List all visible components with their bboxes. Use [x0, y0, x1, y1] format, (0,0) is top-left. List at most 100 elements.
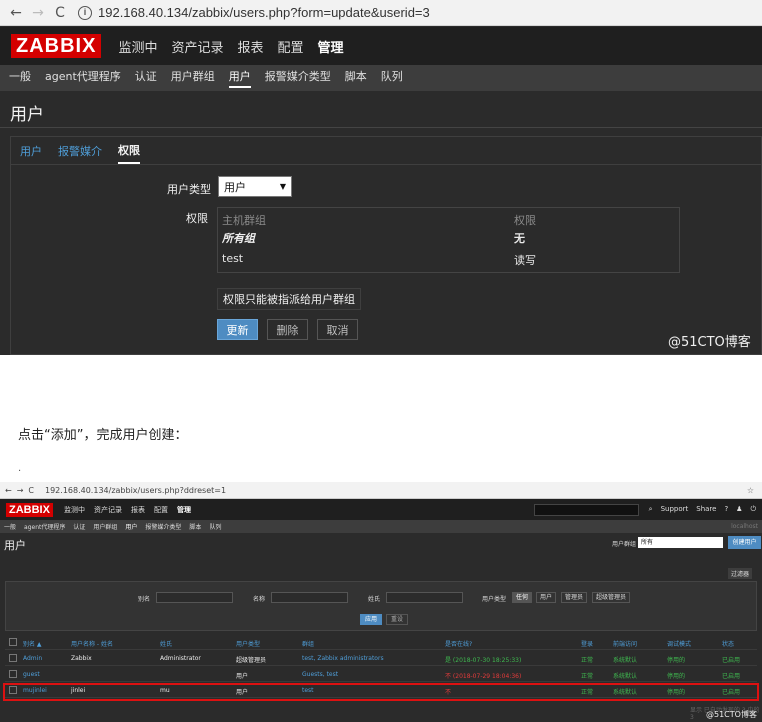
user-group-select[interactable]: 所有 — [638, 537, 723, 548]
submenu-authentication[interactable]: 认证 — [73, 522, 85, 531]
url-text[interactable]: 192.168.40.134/zabbix/users.php?ddreset=… — [45, 486, 226, 495]
menu-administration[interactable]: 管理 — [177, 505, 191, 515]
zabbix-top-bar: ZABBIX 监测中 资产记录 报表 配置 管理 — [0, 27, 762, 65]
create-user-button[interactable]: 创建用户 — [728, 536, 761, 549]
cell-groups[interactable]: test, Zabbix administrators — [302, 655, 384, 662]
submenu-media-types[interactable]: 报警媒介类型 — [265, 68, 331, 88]
tab-permissions[interactable]: 权限 — [118, 142, 140, 164]
submenu-queue[interactable]: 队列 — [209, 522, 221, 531]
share-link[interactable]: Share — [696, 505, 716, 514]
col-name[interactable]: 用户名称 - 姓名 — [71, 639, 113, 648]
support-link[interactable]: Support — [661, 505, 689, 514]
submenu-scripts[interactable]: 脚本 — [345, 68, 367, 88]
cell-alias[interactable]: guest — [23, 671, 40, 678]
submenu-media-types[interactable]: 报警媒介类型 — [145, 522, 181, 531]
forward-arrow-icon[interactable]: → — [30, 5, 46, 21]
reload-icon[interactable]: C — [28, 486, 34, 495]
delete-button[interactable]: 删除 — [267, 319, 308, 340]
cell-groups[interactable]: Guests, test — [302, 671, 338, 678]
zabbix-logo[interactable]: ZABBIX — [11, 34, 102, 58]
url-text[interactable]: 192.168.40.134/zabbix/users.php?form=upd… — [98, 5, 430, 20]
select-all-checkbox[interactable] — [9, 638, 17, 646]
row-checkbox[interactable] — [9, 654, 17, 662]
zabbix-logo[interactable]: ZABBIX — [6, 502, 53, 517]
submenu-scripts[interactable]: 脚本 — [189, 522, 201, 531]
col-surname[interactable]: 姓氏 — [160, 639, 172, 648]
row-checkbox[interactable] — [9, 670, 17, 678]
update-button[interactable]: 更新 — [217, 319, 258, 340]
reset-button[interactable]: 重设 — [386, 614, 408, 625]
col-login: 登录 — [581, 641, 594, 648]
col-alias[interactable]: 别名 ▲ — [23, 639, 42, 648]
tab-user[interactable]: 用户 — [20, 143, 42, 159]
user-type-select[interactable]: 用户 ▼ — [218, 176, 292, 197]
back-arrow-icon[interactable]: ← — [5, 486, 12, 495]
cell-status[interactable]: 已启用 — [722, 655, 740, 664]
submenu-general[interactable]: 一般 — [9, 68, 31, 88]
divider — [0, 127, 762, 128]
search-input[interactable] — [533, 503, 639, 516]
instruction-text: 点击“添加”，完成用户创建： — [18, 428, 188, 443]
browser-address-bar: ← → C i 192.168.40.134/zabbix/users.php?… — [0, 0, 762, 26]
col-debug: 调试模式 — [667, 641, 692, 648]
users-header: 用户 用户群组 所有 创建用户 — [0, 533, 762, 555]
bookmark-star-icon[interactable]: ☆ — [747, 486, 754, 495]
menu-configuration[interactable]: 配置 — [154, 505, 168, 515]
menu-reports[interactable]: 报表 — [131, 505, 145, 515]
cancel-button[interactable]: 取消 — [317, 319, 358, 340]
submenu-proxies[interactable]: agent代理程序 — [24, 522, 65, 531]
submenu-authentication[interactable]: 认证 — [135, 68, 157, 88]
power-icon[interactable]: ⏻ — [750, 505, 756, 514]
user-type-value: 用户 — [224, 180, 246, 194]
chevron-down-icon: ▼ — [279, 182, 286, 191]
submenu-users[interactable]: 用户 — [125, 522, 137, 531]
perm-header-permission: 权限 — [514, 214, 536, 227]
cell-debug[interactable]: 停用的 — [667, 655, 685, 664]
filter-tab[interactable]: 过滤器 — [728, 568, 753, 579]
submenu-queue[interactable]: 队列 — [381, 68, 403, 88]
type-any[interactable]: 任何 — [512, 592, 533, 603]
apply-button[interactable]: 应用 — [360, 614, 382, 625]
submenu-general[interactable]: 一般 — [4, 522, 16, 531]
tab-media[interactable]: 报警媒介 — [58, 143, 102, 159]
cell-login: 正常 — [581, 673, 594, 680]
submenu-user-groups[interactable]: 用户群组 — [93, 522, 117, 531]
user-profile-icon[interactable]: ♟ — [736, 505, 742, 514]
menu-inventory[interactable]: 资产记录 — [171, 37, 223, 56]
help-icon[interactable]: ? — [724, 505, 728, 514]
type-super-admin[interactable]: 超级管理员 — [592, 592, 631, 603]
alias-input[interactable] — [156, 592, 233, 603]
cell-login: 正常 — [581, 657, 594, 664]
surname-label: 姓氏 — [368, 596, 381, 603]
reload-icon[interactable]: C — [52, 5, 68, 21]
surname-input[interactable] — [386, 592, 463, 603]
submenu-proxies[interactable]: agent代理程序 — [45, 68, 121, 88]
info-icon[interactable]: i — [78, 5, 92, 20]
menu-administration[interactable]: 管理 — [318, 37, 344, 56]
menu-inventory[interactable]: 资产记录 — [94, 505, 122, 515]
cell-online: 是 (2018-07-30 18:25:33) — [445, 657, 522, 664]
cell-frontend[interactable]: 系统默认 — [613, 671, 637, 680]
menu-configuration[interactable]: 配置 — [278, 37, 304, 56]
cell-alias[interactable]: Admin — [23, 655, 42, 662]
col-user-type[interactable]: 用户类型 — [236, 639, 260, 648]
screenshot-user-edit: ← → C i 192.168.40.134/zabbix/users.php?… — [0, 0, 762, 355]
page-title: 用户 — [4, 539, 26, 552]
table-row: guest 用户 Guests, test 不 (2018-07-29 18:0… — [5, 666, 757, 682]
type-user[interactable]: 用户 — [536, 592, 557, 603]
cell-frontend[interactable]: 系统默认 — [613, 655, 637, 664]
submenu-user-groups[interactable]: 用户群组 — [171, 68, 215, 88]
user-type-label: 用户类型 — [167, 183, 211, 196]
form-tabs: 用户 报警媒介 权限 — [11, 137, 761, 165]
type-admin[interactable]: 管理员 — [561, 592, 588, 603]
search-icon[interactable]: ⌕ — [649, 505, 653, 514]
submenu-users[interactable]: 用户 — [228, 68, 251, 88]
back-arrow-icon[interactable]: ← — [8, 5, 24, 21]
cell-status[interactable]: 已启用 — [722, 671, 740, 680]
cell-debug[interactable]: 停用的 — [667, 671, 685, 680]
menu-reports[interactable]: 报表 — [237, 37, 263, 56]
menu-monitoring[interactable]: 监测中 — [118, 37, 157, 56]
menu-monitoring[interactable]: 监测中 — [64, 505, 85, 515]
name-input[interactable] — [271, 592, 348, 603]
forward-arrow-icon[interactable]: → — [17, 486, 24, 495]
